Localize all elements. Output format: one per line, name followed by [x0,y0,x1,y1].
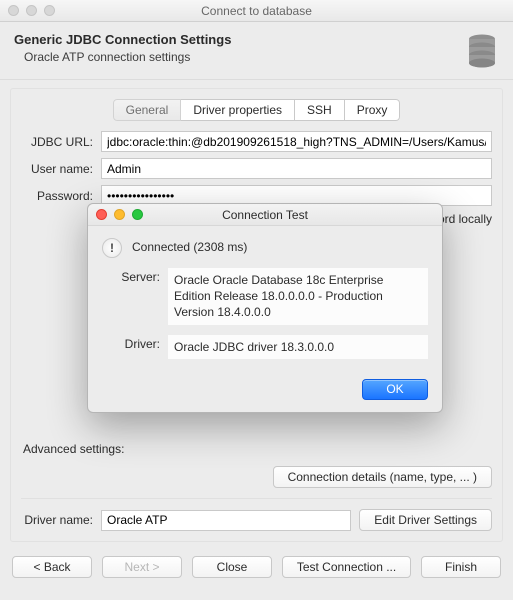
close-button[interactable]: Close [192,556,272,578]
database-icon [467,34,497,71]
driver-name-input[interactable] [101,510,351,531]
jdbc-url-input[interactable] [101,131,492,152]
server-value: Oracle Oracle Database 18c Enterprise Ed… [168,268,428,325]
page-header: Generic JDBC Connection Settings Oracle … [0,22,513,80]
page-title: Generic JDBC Connection Settings [14,32,231,47]
connected-status: Connected (2308 ms) [132,240,247,254]
password-label: Password: [21,189,93,203]
ok-button[interactable]: OK [362,379,428,400]
dialog-titlebar: Connection Test [88,204,442,226]
wizard-footer: < Back Next > Close Test Connection ... … [0,548,513,590]
tab-bar: General Driver properties SSH Proxy [21,99,492,121]
page-subtitle: Oracle ATP connection settings [24,50,231,64]
window-title: Connect to database [201,4,312,18]
tab-general[interactable]: General [113,99,182,121]
username-label: User name: [21,162,93,176]
dialog-close-icon[interactable] [96,209,107,220]
tab-ssh[interactable]: SSH [295,99,345,121]
finish-button[interactable]: Finish [421,556,501,578]
test-connection-button[interactable]: Test Connection ... [282,556,411,578]
driver-label: Driver: [102,335,160,359]
zoom-light[interactable] [44,5,55,16]
tab-proxy[interactable]: Proxy [345,99,401,121]
dialog-minimize-icon[interactable] [114,209,125,220]
close-light[interactable] [8,5,19,16]
next-button: Next > [102,556,182,578]
dialog-zoom-icon[interactable] [132,209,143,220]
minimize-light[interactable] [26,5,37,16]
server-label: Server: [102,268,160,325]
advanced-settings-label: Advanced settings: [23,442,492,456]
window-traffic-lights [8,5,55,16]
dialog-title: Connection Test [222,208,308,222]
driver-name-label: Driver name: [21,513,93,527]
edit-driver-settings-button[interactable]: Edit Driver Settings [359,509,492,531]
tab-driver-properties[interactable]: Driver properties [181,99,295,121]
jdbc-url-label: JDBC URL: [21,135,93,149]
connection-details-button[interactable]: Connection details (name, type, ... ) [273,466,492,488]
info-icon: ! [102,238,122,258]
back-button[interactable]: < Back [12,556,92,578]
username-input[interactable] [101,158,492,179]
window-titlebar: Connect to database [0,0,513,22]
connection-test-dialog: Connection Test ! Connected (2308 ms) Se… [87,203,443,413]
driver-value: Oracle JDBC driver 18.3.0.0.0 [168,335,428,359]
